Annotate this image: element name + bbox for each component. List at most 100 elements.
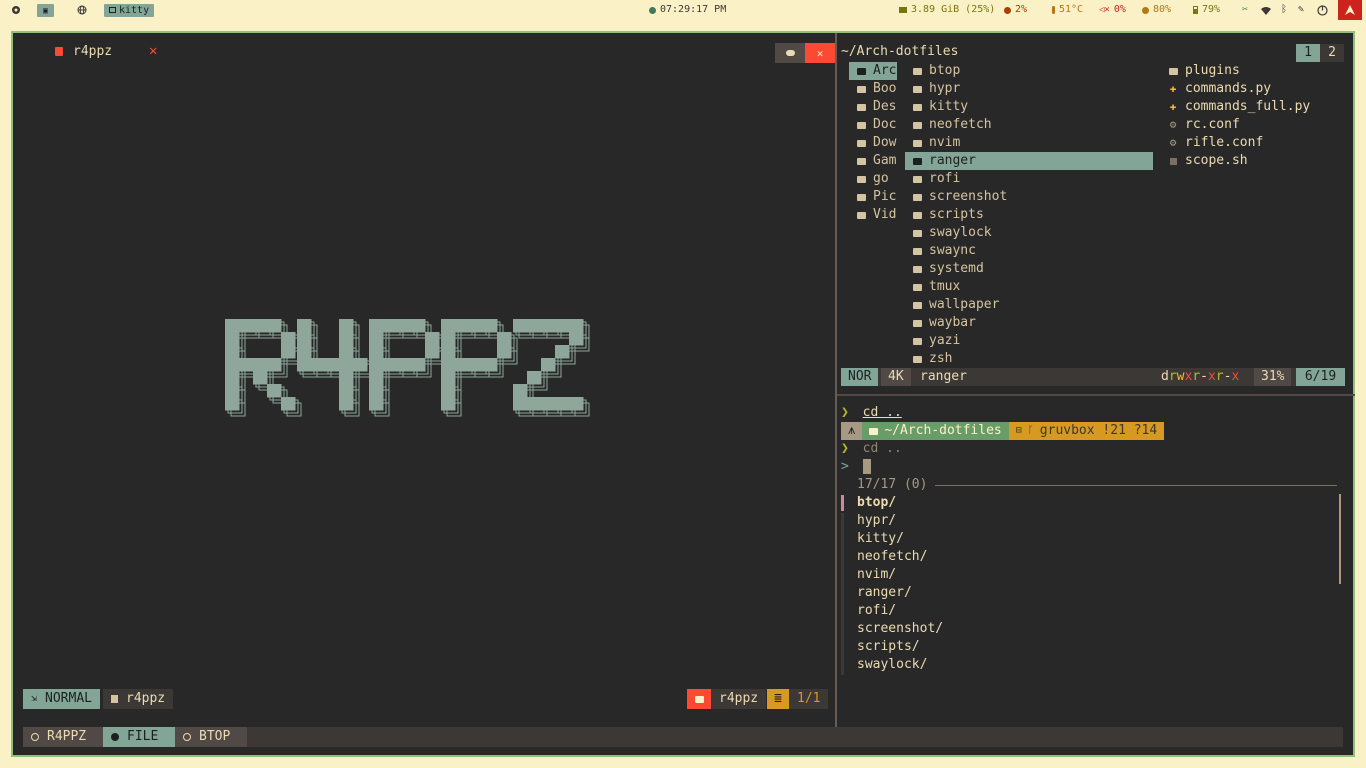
parent-item[interactable]: Vid — [849, 206, 897, 224]
directory-item[interactable]: rofi — [905, 170, 1153, 188]
folder-icon — [905, 301, 929, 309]
fzf-item[interactable]: screenshot/ — [857, 620, 943, 638]
directory-item[interactable]: yazi — [905, 332, 1153, 350]
brightness-icon — [1142, 6, 1149, 14]
ascii-art-block — [253, 319, 268, 333]
directory-item[interactable]: nvim — [905, 134, 1153, 152]
directory-item-label: hypr — [929, 81, 961, 96]
preview-item[interactable]: ✚ commands.py — [1161, 80, 1351, 98]
prompt-user: ⩚ — [841, 422, 863, 440]
nvim-pane[interactable]: r4ppz ✕ ✕ R4PPZ ⇲ NORMAL r4ppz — [13, 33, 835, 727]
fzf-item[interactable]: rofi/ — [857, 602, 896, 620]
directory-item[interactable]: ranger — [905, 152, 1153, 170]
directory-item[interactable]: tmux — [905, 278, 1153, 296]
wifi-icon[interactable] — [1261, 0, 1271, 20]
directory-item[interactable]: neofetch — [905, 116, 1153, 134]
launcher-icon[interactable] — [11, 0, 21, 20]
active-window-pill: kitty — [104, 3, 155, 17]
battery-module[interactable]: 79% — [1193, 0, 1220, 20]
directory-item[interactable]: scripts — [905, 206, 1153, 224]
pane-divider-horizontal[interactable] — [837, 394, 1355, 396]
power-icon[interactable] — [1317, 0, 1328, 20]
fzf-item[interactable]: btop/ — [857, 494, 896, 512]
directory-item[interactable]: zsh — [905, 350, 1153, 368]
ranger-tab-1[interactable]: 1 — [1296, 44, 1320, 62]
active-window-indicator[interactable]: kitty — [104, 0, 155, 20]
preview-item[interactable]: scope.sh — [1161, 152, 1351, 170]
brightness-module[interactable]: 80% — [1142, 0, 1171, 20]
directory-item[interactable]: waybar — [905, 314, 1153, 332]
fzf-item[interactable]: neofetch/ — [857, 548, 927, 566]
fzf-item[interactable]: scripts/ — [857, 638, 920, 656]
buffer-tab[interactable]: r4ppz — [55, 44, 112, 59]
tmux-tab-r4ppz[interactable]: R4PPZ — [23, 727, 103, 747]
ascii-art-block — [339, 345, 354, 359]
shell-prompt-bar: ⩚ ~/Arch-dotfiles ⊟ ᚴ gruvbox !21 ?14 — [841, 422, 1165, 440]
parent-item[interactable]: go — [849, 170, 897, 188]
tmux-tab-btop[interactable]: BTOP — [175, 727, 247, 747]
fzf-item[interactable]: nvim/ — [857, 566, 896, 584]
directory-item[interactable]: swaylock — [905, 224, 1153, 242]
directory-item[interactable]: hypr — [905, 80, 1153, 98]
toggle-button[interactable] — [775, 43, 805, 63]
ascii-art-block — [555, 397, 570, 411]
gear-icon: ⚙ — [1169, 118, 1177, 131]
directory-item-label: neofetch — [929, 117, 992, 132]
fzf-item[interactable]: kitty/ — [857, 530, 904, 548]
ascii-art-block — [441, 358, 456, 372]
volume-module[interactable]: ◁× 0% — [1099, 0, 1126, 20]
parent-item[interactable]: Pic — [849, 188, 897, 206]
ascii-art-block — [225, 371, 240, 385]
directory-item[interactable]: wallpaper — [905, 296, 1153, 314]
directory-item[interactable]: systemd — [905, 260, 1153, 278]
ranger-path: ~/Arch-dotfiles — [841, 44, 959, 59]
ascii-art-block — [441, 371, 456, 385]
temperature-module[interactable]: 51°C — [1052, 0, 1083, 20]
folder-icon — [687, 689, 711, 709]
fzf-scrollbar[interactable] — [1339, 494, 1341, 584]
directory-item[interactable]: btop — [905, 62, 1153, 80]
workspace-indicator[interactable]: ▣ — [37, 0, 54, 20]
fzf-input[interactable]: > — [841, 458, 871, 476]
tmux-tab-file[interactable]: FILE — [103, 727, 175, 747]
ascii-art-block — [281, 397, 296, 411]
parent-item[interactable]: Boo — [849, 80, 897, 98]
volume-muted-icon: ◁× — [1099, 5, 1110, 15]
close-icon[interactable]: ✕ — [149, 43, 157, 59]
fzf-item[interactable]: swaylock/ — [857, 656, 927, 674]
cpu-module[interactable]: 2% — [1004, 0, 1027, 20]
directory-item[interactable]: screenshot — [905, 188, 1153, 206]
folder-icon — [905, 67, 929, 75]
directory-item-label: swaync — [929, 243, 976, 258]
close-button[interactable]: ✕ — [805, 43, 835, 63]
directory-item-label: screenshot — [929, 189, 1008, 204]
preview-item[interactable]: plugins — [1161, 62, 1351, 80]
fzf-item[interactable]: ranger/ — [857, 584, 912, 602]
ascii-art-block — [441, 384, 456, 398]
fzf-item[interactable]: hypr/ — [857, 512, 896, 530]
memory-module[interactable]: 3.89 GiB (25%) — [899, 0, 995, 20]
directory-item[interactable]: swaync — [905, 242, 1153, 260]
preview-item[interactable]: ⚙ rifle.conf — [1161, 134, 1351, 152]
parent-item[interactable]: Gam — [849, 152, 897, 170]
fzf-separator — [935, 484, 1337, 486]
terminal-window: r4ppz ✕ ✕ R4PPZ ⇲ NORMAL r4ppz — [11, 31, 1355, 757]
directory-item[interactable]: kitty — [905, 98, 1153, 116]
parent-item[interactable]: Dow — [849, 134, 897, 152]
preview-item[interactable]: ✚ commands_full.py — [1161, 98, 1351, 116]
right-pane[interactable]: ~/Arch-dotfiles 1 2 Arc Boo Des Doc Dow Gam go… — [837, 33, 1355, 727]
parent-item[interactable]: Doc — [849, 116, 897, 134]
ranger-tab-2[interactable]: 2 — [1320, 44, 1344, 62]
tools-icon[interactable]: ✂ — [1242, 0, 1248, 20]
preview-item-label: rc.conf — [1185, 117, 1240, 132]
arch-logo-icon[interactable] — [1338, 0, 1362, 20]
bluetooth-icon[interactable]: ᛒ — [1281, 0, 1287, 20]
parent-item[interactable]: Des — [849, 98, 897, 116]
notification-icon[interactable]: ✎ — [1298, 0, 1304, 20]
globe-icon[interactable] — [77, 0, 87, 20]
folder-icon — [905, 157, 929, 165]
parent-item[interactable]: Arc — [849, 62, 897, 80]
ascii-art-block — [441, 345, 456, 359]
clock[interactable]: 07:29:17 PM — [649, 0, 726, 20]
preview-item[interactable]: ⚙ rc.conf — [1161, 116, 1351, 134]
